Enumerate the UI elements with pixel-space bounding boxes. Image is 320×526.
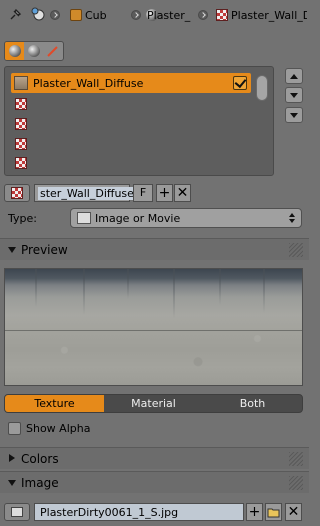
expanded-arrow-icon (8, 247, 16, 253)
close-icon: ✕ (287, 504, 300, 520)
show-alpha-checkbox[interactable] (8, 422, 21, 435)
breadcrumb-texture[interactable]: Plaster_Wall_D (231, 9, 307, 22)
material-icon (27, 45, 40, 57)
move-slot-up-button[interactable] (285, 68, 303, 84)
fake-user-button[interactable]: F (133, 184, 153, 202)
tab-brush[interactable] (43, 42, 62, 60)
slot-specials-menu[interactable] (285, 107, 303, 123)
unlink-image-button[interactable]: ✕ (285, 503, 302, 521)
menu-down-icon (290, 112, 298, 118)
plus-icon: + (248, 504, 261, 520)
collapsed-arrow-icon (9, 454, 15, 462)
folder-icon (267, 508, 280, 517)
texture-type-select[interactable]: Image or Movie (70, 208, 302, 228)
drag-grip-icon[interactable] (289, 476, 303, 490)
scene-icon (31, 7, 45, 21)
cube-icon (70, 9, 82, 21)
arrow-down-icon (290, 92, 298, 98)
arrow-up-icon (290, 73, 298, 79)
preview-tab-both[interactable]: Both (203, 395, 302, 412)
checker-texture-icon (11, 187, 23, 199)
list-scrollbar[interactable] (256, 75, 268, 101)
image-name-field[interactable]: PlasterDirty0061_1_S.jpg (34, 503, 244, 521)
preview-panel-header[interactable]: Preview (0, 238, 309, 260)
colors-panel-title: Colors (21, 452, 59, 466)
image-texture-icon (14, 76, 28, 90)
empty-slot-checker-icon[interactable] (15, 98, 27, 110)
type-label: Type: (8, 212, 37, 225)
open-image-button[interactable] (265, 503, 282, 521)
breadcrumb-separator-icon (131, 10, 141, 20)
preview-texture-noise (5, 269, 302, 385)
texture-name-text: ster_Wall_Diffuse (38, 187, 136, 200)
preview-mode-tabs: Texture Material Both (4, 394, 303, 413)
checker-texture-icon (216, 9, 228, 21)
preview-panel-title: Preview (21, 243, 68, 257)
image-browse-button[interactable] (4, 503, 30, 521)
drag-grip-icon[interactable] (289, 452, 303, 466)
world-icon (8, 45, 21, 57)
updown-arrows-icon (289, 213, 295, 223)
expanded-arrow-icon (8, 480, 16, 486)
brush-icon (46, 46, 58, 57)
empty-slot-checker-icon[interactable] (15, 138, 27, 150)
empty-slot-checker-icon[interactable] (15, 157, 27, 169)
drag-grip-icon[interactable] (289, 243, 303, 257)
preview-tab-texture[interactable]: Texture (5, 395, 104, 412)
image-panel-title: Image (21, 476, 59, 490)
texture-context-tabs (4, 41, 64, 61)
tab-material[interactable] (24, 42, 43, 60)
texture-browse-button[interactable] (4, 184, 30, 202)
image-icon (77, 212, 91, 224)
image-icon (11, 507, 23, 517)
tab-world[interactable] (5, 42, 24, 60)
properties-header: Cub Plaster_ Plaster_Wall_D (0, 0, 309, 32)
new-texture-button[interactable]: + (156, 184, 173, 202)
breadcrumb-separator-icon (198, 10, 208, 20)
image-panel-header[interactable]: Image (0, 471, 309, 493)
breadcrumb-object[interactable]: Cub (85, 9, 119, 22)
texture-slot-label: Plaster_Wall_Diffuse (33, 77, 144, 90)
new-image-button[interactable]: + (246, 503, 263, 521)
pin-icon[interactable] (8, 8, 22, 22)
texture-enabled-checkbox[interactable] (233, 76, 247, 90)
texture-name-field[interactable]: ster_Wall_Diffuse (34, 184, 136, 202)
colors-panel-header[interactable]: Colors (0, 447, 309, 469)
texture-preview-image (4, 268, 303, 386)
texture-slot-list[interactable]: Plaster_Wall_Diffuse (4, 66, 274, 176)
close-icon: ✕ (176, 185, 189, 201)
plus-icon: + (158, 185, 171, 201)
preview-tab-material[interactable]: Material (104, 395, 203, 412)
breadcrumb-separator-icon (50, 10, 60, 20)
empty-slot-checker-icon[interactable] (15, 118, 27, 130)
unlink-texture-button[interactable]: ✕ (174, 184, 191, 202)
move-slot-down-button[interactable] (285, 87, 303, 103)
texture-type-value: Image or Movie (95, 212, 181, 225)
breadcrumb-material[interactable]: Plaster_ (147, 9, 201, 22)
texture-slot-selected[interactable]: Plaster_Wall_Diffuse (11, 73, 251, 93)
image-filename-text: PlasterDirty0061_1_S.jpg (40, 506, 179, 519)
show-alpha-label: Show Alpha (26, 422, 91, 435)
